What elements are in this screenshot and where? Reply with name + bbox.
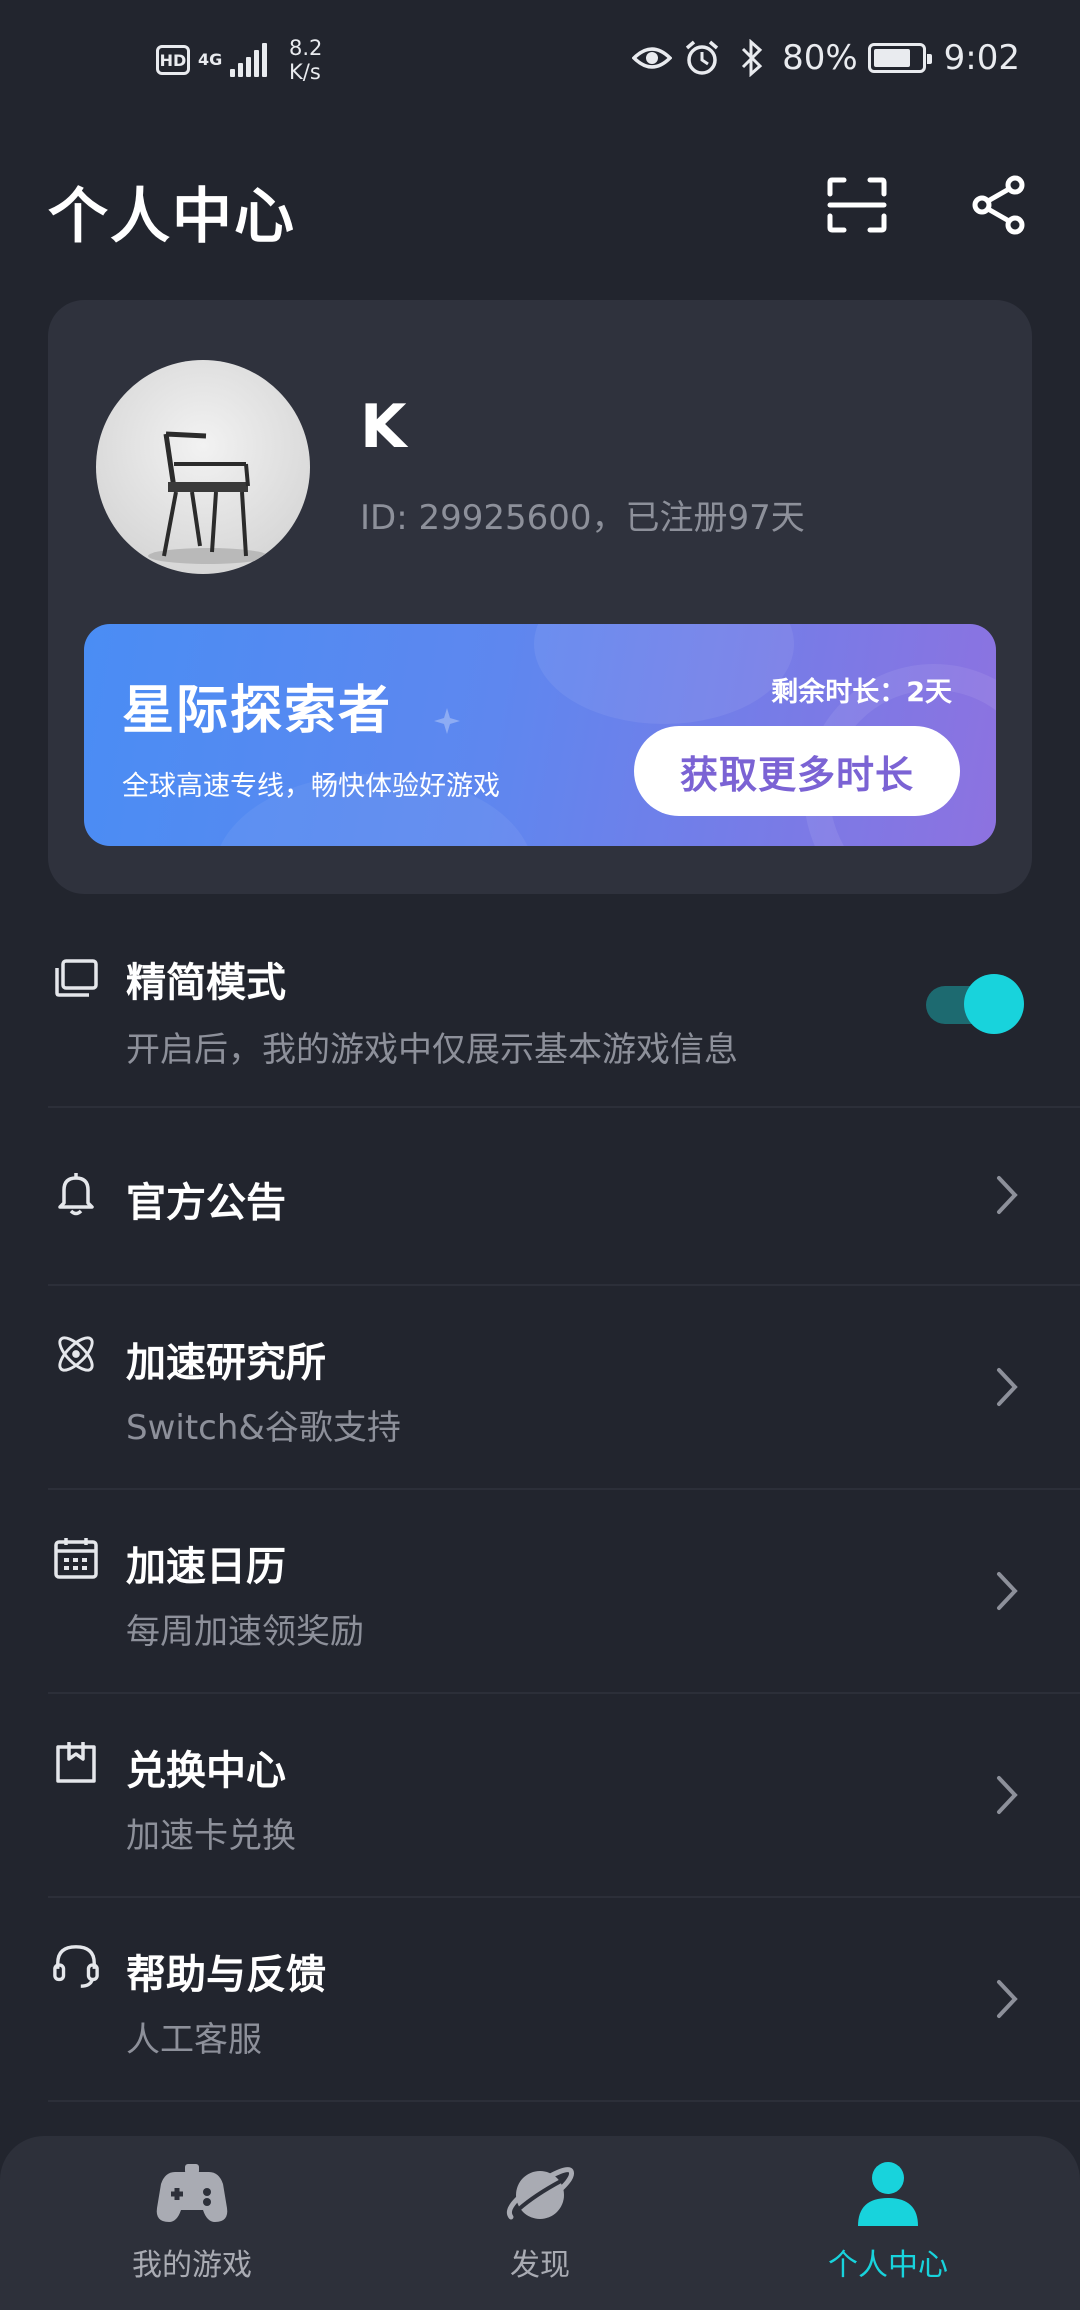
- calendar-icon: [52, 1534, 100, 1582]
- speed-value: 8.2: [289, 36, 323, 60]
- hd-badge: HD: [156, 45, 190, 75]
- vip-title: 星际探索者: [122, 681, 393, 741]
- list-item-redeem[interactable]: 兑换中心 加速卡兑换: [0, 1694, 1080, 1898]
- eye-icon: [632, 38, 673, 78]
- clock: 9:02: [943, 38, 1020, 78]
- list-item-subtitle: Switch&谷歌支持: [126, 1408, 401, 1448]
- vip-subtitle: 全球高速专线，畅快体验好游戏: [122, 771, 500, 802]
- list-item-help[interactable]: 帮助与反馈 人工客服: [0, 1898, 1080, 2102]
- nav-label: 发现: [510, 2248, 570, 2283]
- planet-icon: [500, 2158, 580, 2230]
- user-id: ID: 29925600，已注册97天: [360, 498, 805, 538]
- status-bar: HD 4G 8.2 K/s 80% 9:02: [0, 0, 1080, 120]
- list-item-title: 兑换中心: [126, 1748, 286, 1794]
- battery-icon: [867, 43, 932, 73]
- bluetooth-icon: [732, 38, 772, 78]
- status-left: HD 4G 8.2 K/s: [156, 36, 322, 84]
- list-item-title: 加速日历: [126, 1544, 286, 1590]
- chevron-right-icon: [992, 1770, 1022, 1820]
- remaining-label: 剩余时长：: [771, 677, 907, 708]
- network-speed: 8.2 K/s: [289, 36, 322, 84]
- atom-icon: [52, 1330, 100, 1378]
- remaining-time: 剩余时长： 2天: [771, 670, 952, 709]
- person-icon: [848, 2158, 928, 2230]
- nav-label: 我的游戏: [132, 2248, 252, 2283]
- list-item-calendar[interactable]: 加速日历 每周加速领奖励: [0, 1490, 1080, 1694]
- scan-button[interactable]: [822, 170, 892, 240]
- list-item-subtitle: 加速卡兑换: [126, 1816, 296, 1856]
- list-item-lab[interactable]: 加速研究所 Switch&谷歌支持: [0, 1286, 1080, 1490]
- headset-icon: [52, 1942, 100, 1990]
- divider: [48, 2100, 1080, 2102]
- banner-decoration: [534, 624, 794, 724]
- nav-profile[interactable]: 个人中心: [758, 2136, 1018, 2310]
- signal-icon: [230, 43, 267, 77]
- gamepad-icon: [152, 2158, 232, 2230]
- list-item-subtitle: 人工客服: [126, 2020, 262, 2060]
- chevron-right-icon: [992, 1362, 1022, 1412]
- chair-image: [148, 431, 268, 564]
- gift-box-icon: [52, 1738, 100, 1786]
- network-type: 4G: [198, 50, 223, 69]
- battery-fill: [873, 49, 911, 67]
- chevron-right-icon: [992, 1566, 1022, 1616]
- bottom-nav: 我的游戏 发现 个人中心: [0, 2136, 1080, 2310]
- chevron-right-icon: [992, 1974, 1022, 2024]
- settings-list: 精简模式 开启后，我的游戏中仅展示基本游戏信息 官方公告 加速研究所 Switc…: [0, 894, 1080, 2102]
- simple-mode-title: 精简模式: [126, 960, 286, 1006]
- status-right: 80% 9:02: [632, 38, 1020, 78]
- battery-percent: 80%: [782, 38, 858, 78]
- chevron-right-icon: [992, 1170, 1022, 1220]
- remaining-value: 2天: [906, 677, 952, 708]
- username: K: [360, 392, 407, 462]
- nav-discover[interactable]: 发现: [410, 2136, 670, 2310]
- vip-banner[interactable]: 星际探索者 全球高速专线，畅快体验好游戏 剩余时长： 2天 获取更多时长: [84, 624, 996, 846]
- list-item-title: 加速研究所: [126, 1340, 326, 1386]
- simple-mode-row: 精简模式 开启后，我的游戏中仅展示基本游戏信息: [0, 894, 1080, 1108]
- header: 个人中心: [0, 150, 1080, 260]
- list-item-title: 官方公告: [126, 1180, 286, 1226]
- get-more-time-button[interactable]: 获取更多时长: [634, 726, 960, 816]
- speed-unit: K/s: [289, 60, 321, 84]
- sparkle-icon: [434, 708, 460, 734]
- list-item-subtitle: 每周加速领奖励: [126, 1612, 364, 1652]
- share-icon: [972, 175, 1025, 235]
- page-title: 个人中心: [48, 182, 296, 252]
- avatar[interactable]: [96, 360, 310, 574]
- nav-label: 个人中心: [828, 2248, 948, 2283]
- nav-my-games[interactable]: 我的游戏: [62, 2136, 322, 2310]
- list-item-title: 帮助与反馈: [126, 1952, 326, 1998]
- alarm-icon: [682, 38, 722, 78]
- share-button[interactable]: [964, 170, 1034, 240]
- layers-icon: [52, 954, 100, 1002]
- bell-icon: [52, 1170, 100, 1218]
- profile-page: HD 4G 8.2 K/s 80% 9:02 个人中心 K ID: 299256…: [0, 0, 1080, 2310]
- toggle-knob: [964, 974, 1024, 1034]
- profile-card: K ID: 29925600，已注册97天 星际探索者 全球高速专线，畅快体验好…: [48, 300, 1032, 894]
- list-item-announcements[interactable]: 官方公告: [0, 1108, 1080, 1286]
- scan-icon: [827, 177, 887, 233]
- simple-mode-toggle[interactable]: [926, 974, 1024, 1034]
- simple-mode-subtitle: 开启后，我的游戏中仅展示基本游戏信息: [126, 1030, 738, 1070]
